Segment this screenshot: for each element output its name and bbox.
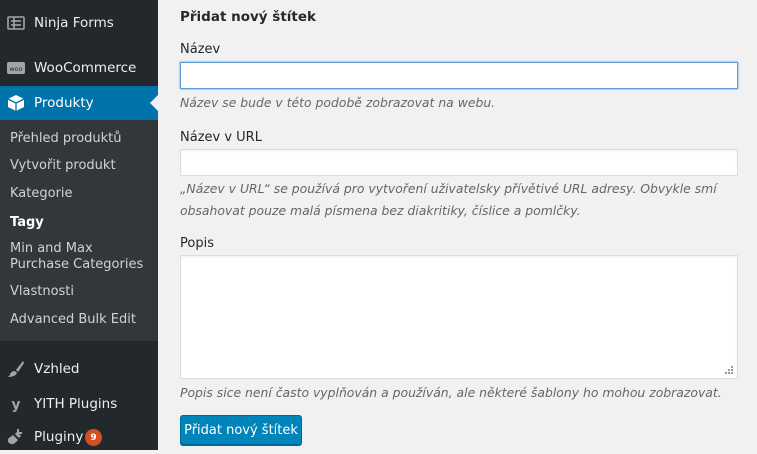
plugin-updates-badge: 9	[85, 429, 102, 446]
description-help-text: Popis sice není často vyplňován a použív…	[180, 385, 722, 400]
description-label: Popis	[180, 236, 214, 251]
menu-item-label: Pluginy	[34, 429, 84, 445]
menu-item-label: WooCommerce	[34, 60, 137, 76]
tag-name-input[interactable]	[180, 62, 738, 89]
submenu-item-prehled-produktu[interactable]: Přehled produktů	[10, 131, 122, 147]
menu-item-yith-plugins[interactable]: y YITH Plugins	[0, 387, 158, 421]
menu-item-vzhled[interactable]: Vzhled	[0, 352, 158, 386]
yith-icon: y	[11, 397, 20, 413]
menu-item-label: Produkty	[34, 95, 94, 111]
submenu-item-advanced-bulk-edit[interactable]: Advanced Bulk Edit	[10, 312, 136, 328]
woocommerce-icon: woo	[7, 62, 25, 74]
svg-text:woo: woo	[9, 65, 22, 73]
name-description: Název se bude v této podobě zobrazovat n…	[180, 95, 496, 110]
submenu-item-kategorie[interactable]: Kategorie	[10, 186, 73, 202]
menu-item-label: Ninja Forms	[34, 15, 114, 31]
menu-item-label: YITH Plugins	[34, 396, 118, 412]
plugins-plug-icon	[7, 429, 22, 445]
menu-item-ninja-forms[interactable]: Ninja Forms	[0, 6, 158, 40]
menu-item-woocommerce[interactable]: woo WooCommerce	[0, 51, 158, 85]
submenu-item-vytvorit-produkt[interactable]: Vytvořit produkt	[10, 158, 116, 174]
appearance-brush-icon	[8, 361, 24, 377]
slug-label: Název v URL	[180, 130, 262, 145]
add-tag-form: Přidat nový štítek Název Název se bude v…	[180, 0, 757, 450]
svg-text:y: y	[11, 397, 20, 413]
name-label: Název	[180, 42, 221, 57]
resize-grip-icon[interactable]	[724, 365, 734, 375]
add-new-tag-button[interactable]: Přidat nový štítek	[180, 415, 302, 445]
products-box-icon	[7, 95, 25, 111]
slug-description: „Název v URL“ se používá pro vytvoření u…	[180, 181, 717, 218]
tag-slug-input[interactable]	[180, 149, 738, 176]
description-textarea-wrap	[180, 255, 738, 379]
tag-description-textarea[interactable]	[180, 255, 738, 379]
form-heading: Přidat nový štítek	[180, 9, 316, 25]
products-submenu: Přehled produktů Vytvořit produkt Katego…	[0, 120, 158, 341]
submenu-item-min-max-purchase-categories[interactable]: Min and Max Purchase Categories	[10, 241, 150, 273]
submenu-item-vlastnosti[interactable]: Vlastnosti	[10, 284, 74, 300]
admin-sidebar: Ninja Forms woo WooCommerce Produkty Pře…	[0, 0, 158, 450]
menu-item-pluginy[interactable]: Pluginy 9	[0, 420, 158, 454]
submenu-item-tagy[interactable]: Tagy	[10, 215, 44, 231]
ninja-forms-icon	[7, 16, 25, 30]
menu-item-produkty[interactable]: Produkty	[0, 86, 158, 120]
menu-item-label: Vzhled	[34, 361, 80, 377]
